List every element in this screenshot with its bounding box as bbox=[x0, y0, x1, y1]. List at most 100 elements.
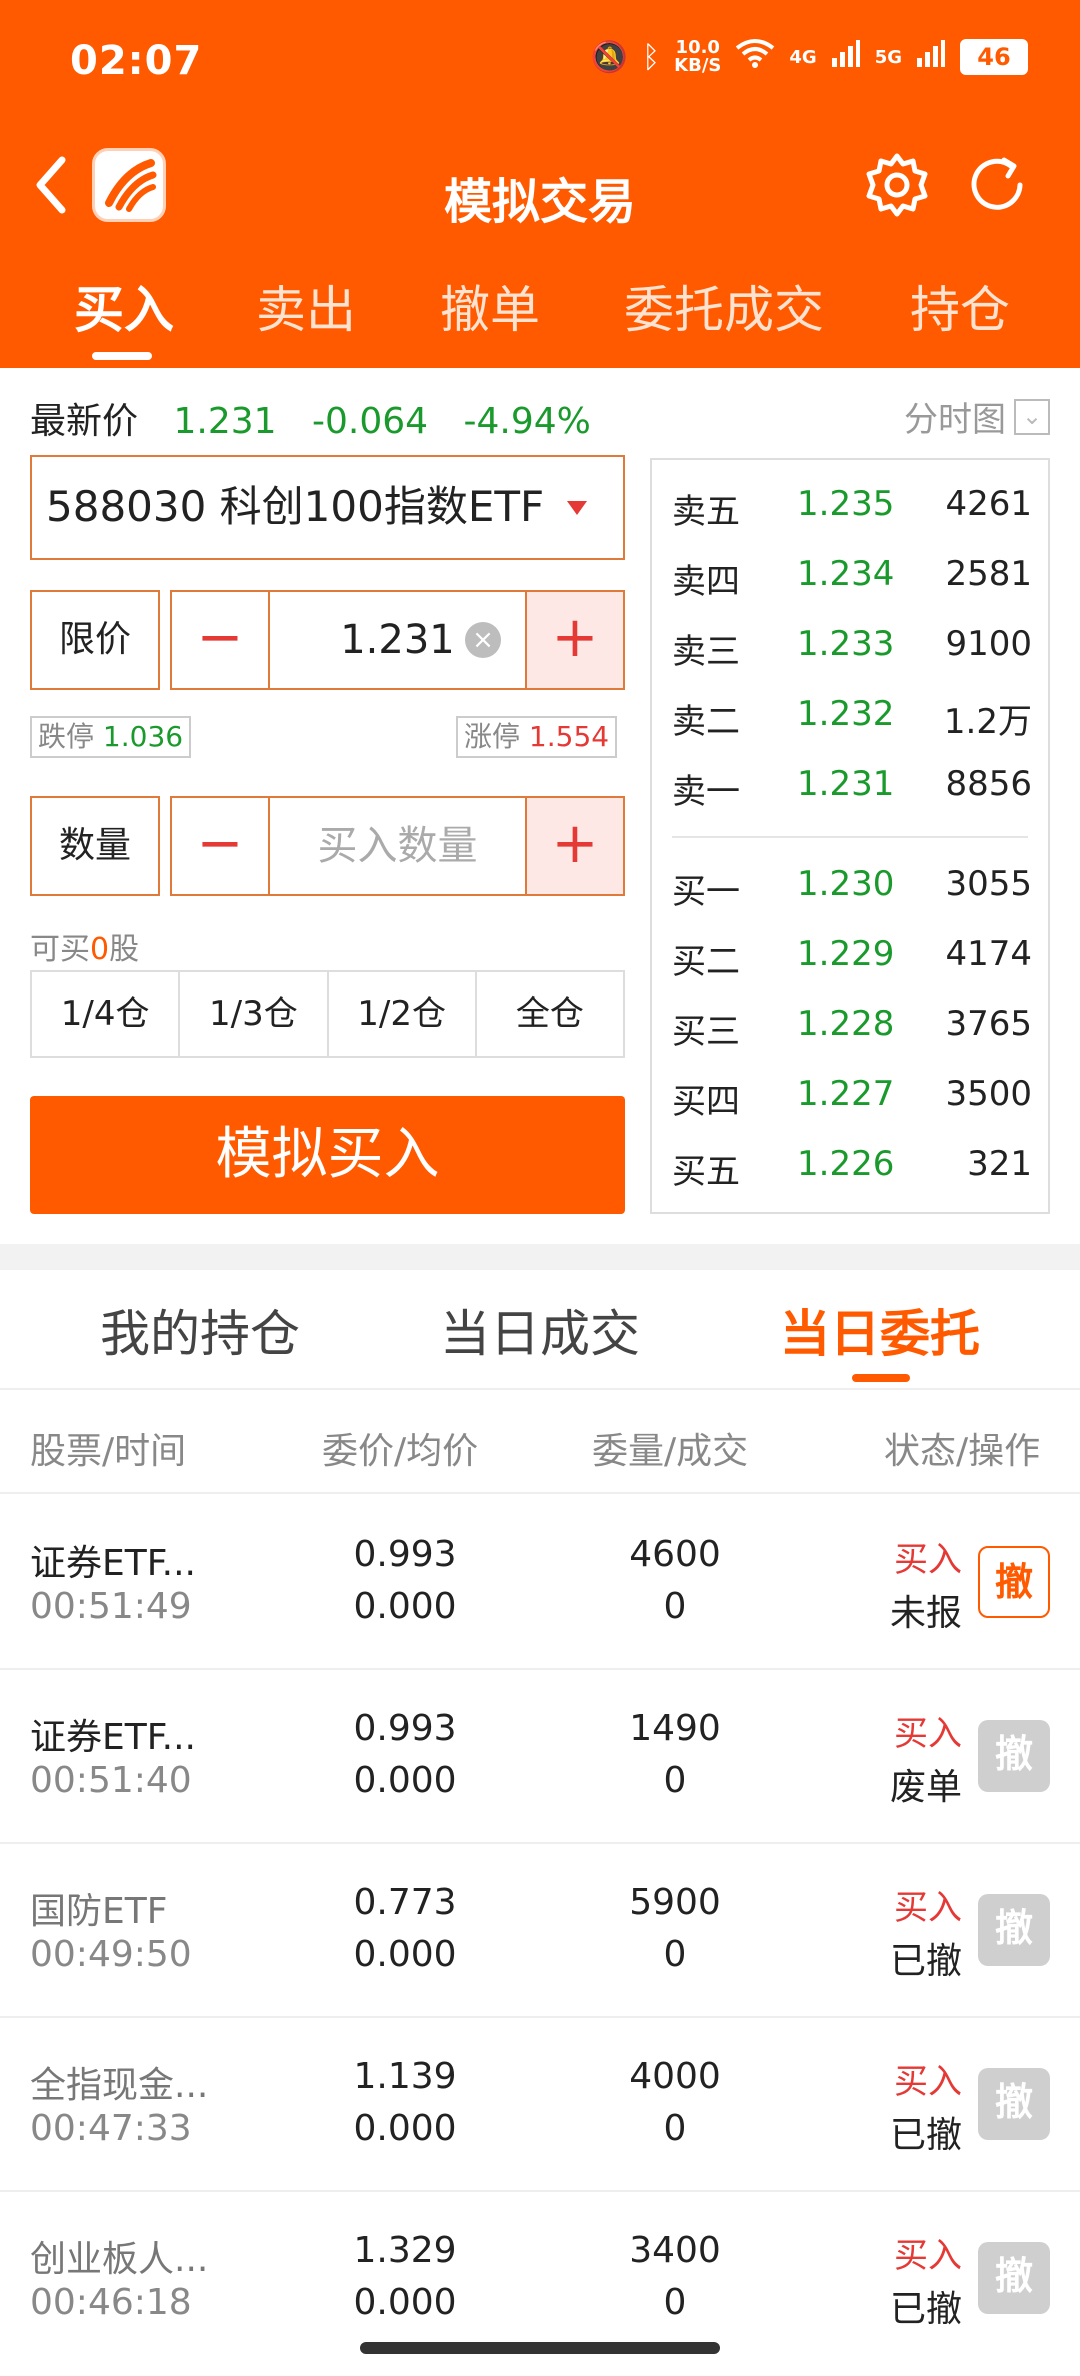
price-minus-button[interactable]: − bbox=[172, 592, 270, 688]
tab-cancel-order[interactable]: 撤单 bbox=[440, 270, 540, 342]
sub-tab-underline bbox=[852, 1374, 910, 1382]
wifi-icon bbox=[735, 38, 775, 76]
order-qty: 1490 bbox=[629, 1708, 721, 1749]
home-indicator[interactable] bbox=[360, 2342, 720, 2354]
quantity-stepper: − 买入数量 + bbox=[170, 796, 625, 896]
filled-qty: 0 bbox=[663, 2282, 687, 2323]
filled-qty: 0 bbox=[663, 2108, 687, 2149]
order-qty: 4600 bbox=[629, 1534, 721, 1575]
bid-row[interactable]: 买四 1.227 3500 bbox=[672, 1074, 1032, 1124]
order-price: 0.993 bbox=[353, 1534, 457, 1575]
refresh-icon[interactable] bbox=[964, 152, 1030, 218]
quote-row: 最新价 1.231 -0.064 -4.94% bbox=[30, 392, 615, 444]
table-row[interactable]: 创业板人... 00:46:18 1.329 0.000 3400 0 买入 已… bbox=[0, 2192, 1080, 2366]
cancel-order-button[interactable]: 撤 bbox=[978, 2068, 1050, 2140]
signal-5g-icon: 5G bbox=[874, 46, 902, 68]
quantity-minus-button[interactable]: − bbox=[172, 798, 270, 894]
column-price: 委价/均价 bbox=[322, 1431, 479, 1472]
order-price: 0.773 bbox=[353, 1882, 457, 1923]
trade-tabs: 买入 卖出 撤单 委托成交 持仓 bbox=[0, 260, 1080, 368]
title-bar: 模拟交易 bbox=[0, 120, 1080, 260]
dropdown-caret-icon bbox=[567, 501, 587, 515]
limit-up-badge: 涨停 1.554 bbox=[456, 716, 618, 758]
quantity-plus-button[interactable]: + bbox=[525, 798, 623, 894]
order-status: 未报 bbox=[889, 1593, 962, 1634]
table-row[interactable]: 证券ETF... 00:51:49 0.993 0.000 4600 0 买入 … bbox=[0, 1496, 1080, 1670]
order-book: 卖五 1.235 4261 卖四 1.234 2581 卖三 1.233 9100 卖二 1.… bbox=[650, 458, 1050, 1214]
table-row[interactable]: 国防ETF 00:49:50 0.773 0.000 5900 0 买入 已撤 … bbox=[0, 1844, 1080, 2018]
timechart-link[interactable]: 分时图 ⌄ bbox=[904, 392, 1050, 441]
order-type: 买入 bbox=[894, 1714, 962, 1754]
order-time: 00:49:50 bbox=[30, 1934, 192, 1975]
tab-buy[interactable]: 买入 bbox=[74, 270, 174, 342]
status-icons: 🔕 ᛒ 10.0 KB/S 4G 5G 46 bbox=[591, 38, 1028, 76]
clear-icon[interactable]: × bbox=[465, 622, 501, 658]
battery-icon: 46 bbox=[960, 39, 1028, 75]
portion-full-button[interactable]: 全仓 bbox=[477, 972, 623, 1056]
price-change: -0.064 bbox=[311, 401, 429, 442]
bid-row[interactable]: 买三 1.228 3765 bbox=[672, 1004, 1032, 1054]
avg-price: 0.000 bbox=[353, 2108, 457, 2149]
price-type-label[interactable]: 限价 bbox=[30, 590, 160, 690]
order-type: 买入 bbox=[894, 1540, 962, 1580]
avg-price: 0.000 bbox=[353, 2282, 457, 2323]
tab-positions[interactable]: 持仓 bbox=[910, 270, 1010, 342]
column-quantity: 委量/成交 bbox=[592, 1431, 749, 1472]
order-type: 买入 bbox=[894, 2062, 962, 2102]
ask-row[interactable]: 卖一 1.231 8856 bbox=[672, 764, 1032, 814]
column-stock-time: 股票/时间 bbox=[30, 1431, 187, 1472]
tab-sell[interactable]: 卖出 bbox=[256, 270, 356, 342]
order-status: 已撤 bbox=[889, 2289, 962, 2330]
tab-orders-deals[interactable]: 委托成交 bbox=[624, 270, 824, 342]
portion-quarter-button[interactable]: 1/4仓 bbox=[32, 972, 181, 1056]
cancel-order-button[interactable]: 撤 bbox=[978, 1546, 1050, 1618]
order-type: 买入 bbox=[894, 1888, 962, 1928]
bid-row[interactable]: 买五 1.226 321 bbox=[672, 1144, 1032, 1194]
table-row[interactable]: 证券ETF... 00:51:40 0.993 0.000 1490 0 买入 … bbox=[0, 1670, 1080, 1844]
avg-price: 0.000 bbox=[353, 1586, 457, 1627]
section-divider bbox=[0, 1244, 1080, 1270]
chevron-down-icon: ⌄ bbox=[1014, 398, 1050, 435]
can-buy-text: 可买0股 bbox=[30, 932, 140, 967]
position-portion-row: 1/4仓 1/3仓 1/2仓 全仓 bbox=[30, 970, 625, 1058]
quantity-label: 数量 bbox=[30, 796, 160, 896]
signal-bars-icon-2 bbox=[916, 38, 946, 76]
ask-row[interactable]: 卖二 1.232 1.2万 bbox=[672, 694, 1032, 744]
filled-qty: 0 bbox=[663, 1760, 687, 1801]
signal-bars-icon bbox=[831, 38, 861, 76]
tab-my-positions[interactable]: 我的持仓 bbox=[100, 1294, 300, 1366]
bid-row[interactable]: 买一 1.230 3055 bbox=[672, 864, 1032, 914]
ask-row[interactable]: 卖五 1.235 4261 bbox=[672, 484, 1032, 534]
simulated-buy-button[interactable]: 模拟买入 bbox=[30, 1096, 625, 1214]
cancel-order-button[interactable]: 撤 bbox=[978, 1720, 1050, 1792]
column-status: 状态/操作 bbox=[884, 1431, 1041, 1472]
stock-name: 证券ETF... bbox=[30, 1717, 196, 1758]
stock-code-name: 588030 科创100指数ETF bbox=[46, 482, 545, 531]
app-header: 02:07 🔕 ᛒ 10.0 KB/S 4G 5G 46 模拟交易 买入 卖出 … bbox=[0, 0, 1080, 368]
latest-price-label: 最新价 bbox=[30, 401, 139, 442]
portion-half-button[interactable]: 1/2仓 bbox=[329, 972, 477, 1056]
table-row[interactable]: 全指现金... 00:47:33 1.139 0.000 4000 0 买入 已… bbox=[0, 2018, 1080, 2192]
tab-today-orders[interactable]: 当日委托 bbox=[780, 1294, 980, 1366]
ask-row[interactable]: 卖三 1.233 9100 bbox=[672, 624, 1032, 674]
signal-4g-icon: 4G bbox=[789, 46, 817, 68]
tab-today-deals[interactable]: 当日成交 bbox=[440, 1294, 640, 1366]
order-type: 买入 bbox=[894, 2236, 962, 2276]
bid-row[interactable]: 买二 1.229 4174 bbox=[672, 934, 1032, 984]
filled-qty: 0 bbox=[663, 1934, 687, 1975]
cancel-order-button[interactable]: 撤 bbox=[978, 2242, 1050, 2314]
stock-selector[interactable]: 588030 科创100指数ETF bbox=[30, 455, 625, 560]
order-sub-tabs: 我的持仓 当日成交 当日委托 bbox=[0, 1270, 1080, 1390]
quantity-input[interactable]: 买入数量 bbox=[272, 798, 523, 894]
price-plus-button[interactable]: + bbox=[525, 592, 623, 688]
cancel-order-button[interactable]: 撤 bbox=[978, 1894, 1050, 1966]
filled-qty: 0 bbox=[663, 1586, 687, 1627]
stock-name: 国防ETF bbox=[30, 1891, 168, 1932]
settings-icon[interactable] bbox=[864, 152, 930, 218]
order-time: 00:47:33 bbox=[30, 2108, 192, 2149]
mute-icon: 🔕 bbox=[590, 39, 629, 75]
ask-row[interactable]: 卖四 1.234 2581 bbox=[672, 554, 1032, 604]
order-status: 已撤 bbox=[889, 1941, 962, 1982]
portion-third-button[interactable]: 1/3仓 bbox=[180, 972, 329, 1056]
tab-underline bbox=[92, 352, 152, 360]
